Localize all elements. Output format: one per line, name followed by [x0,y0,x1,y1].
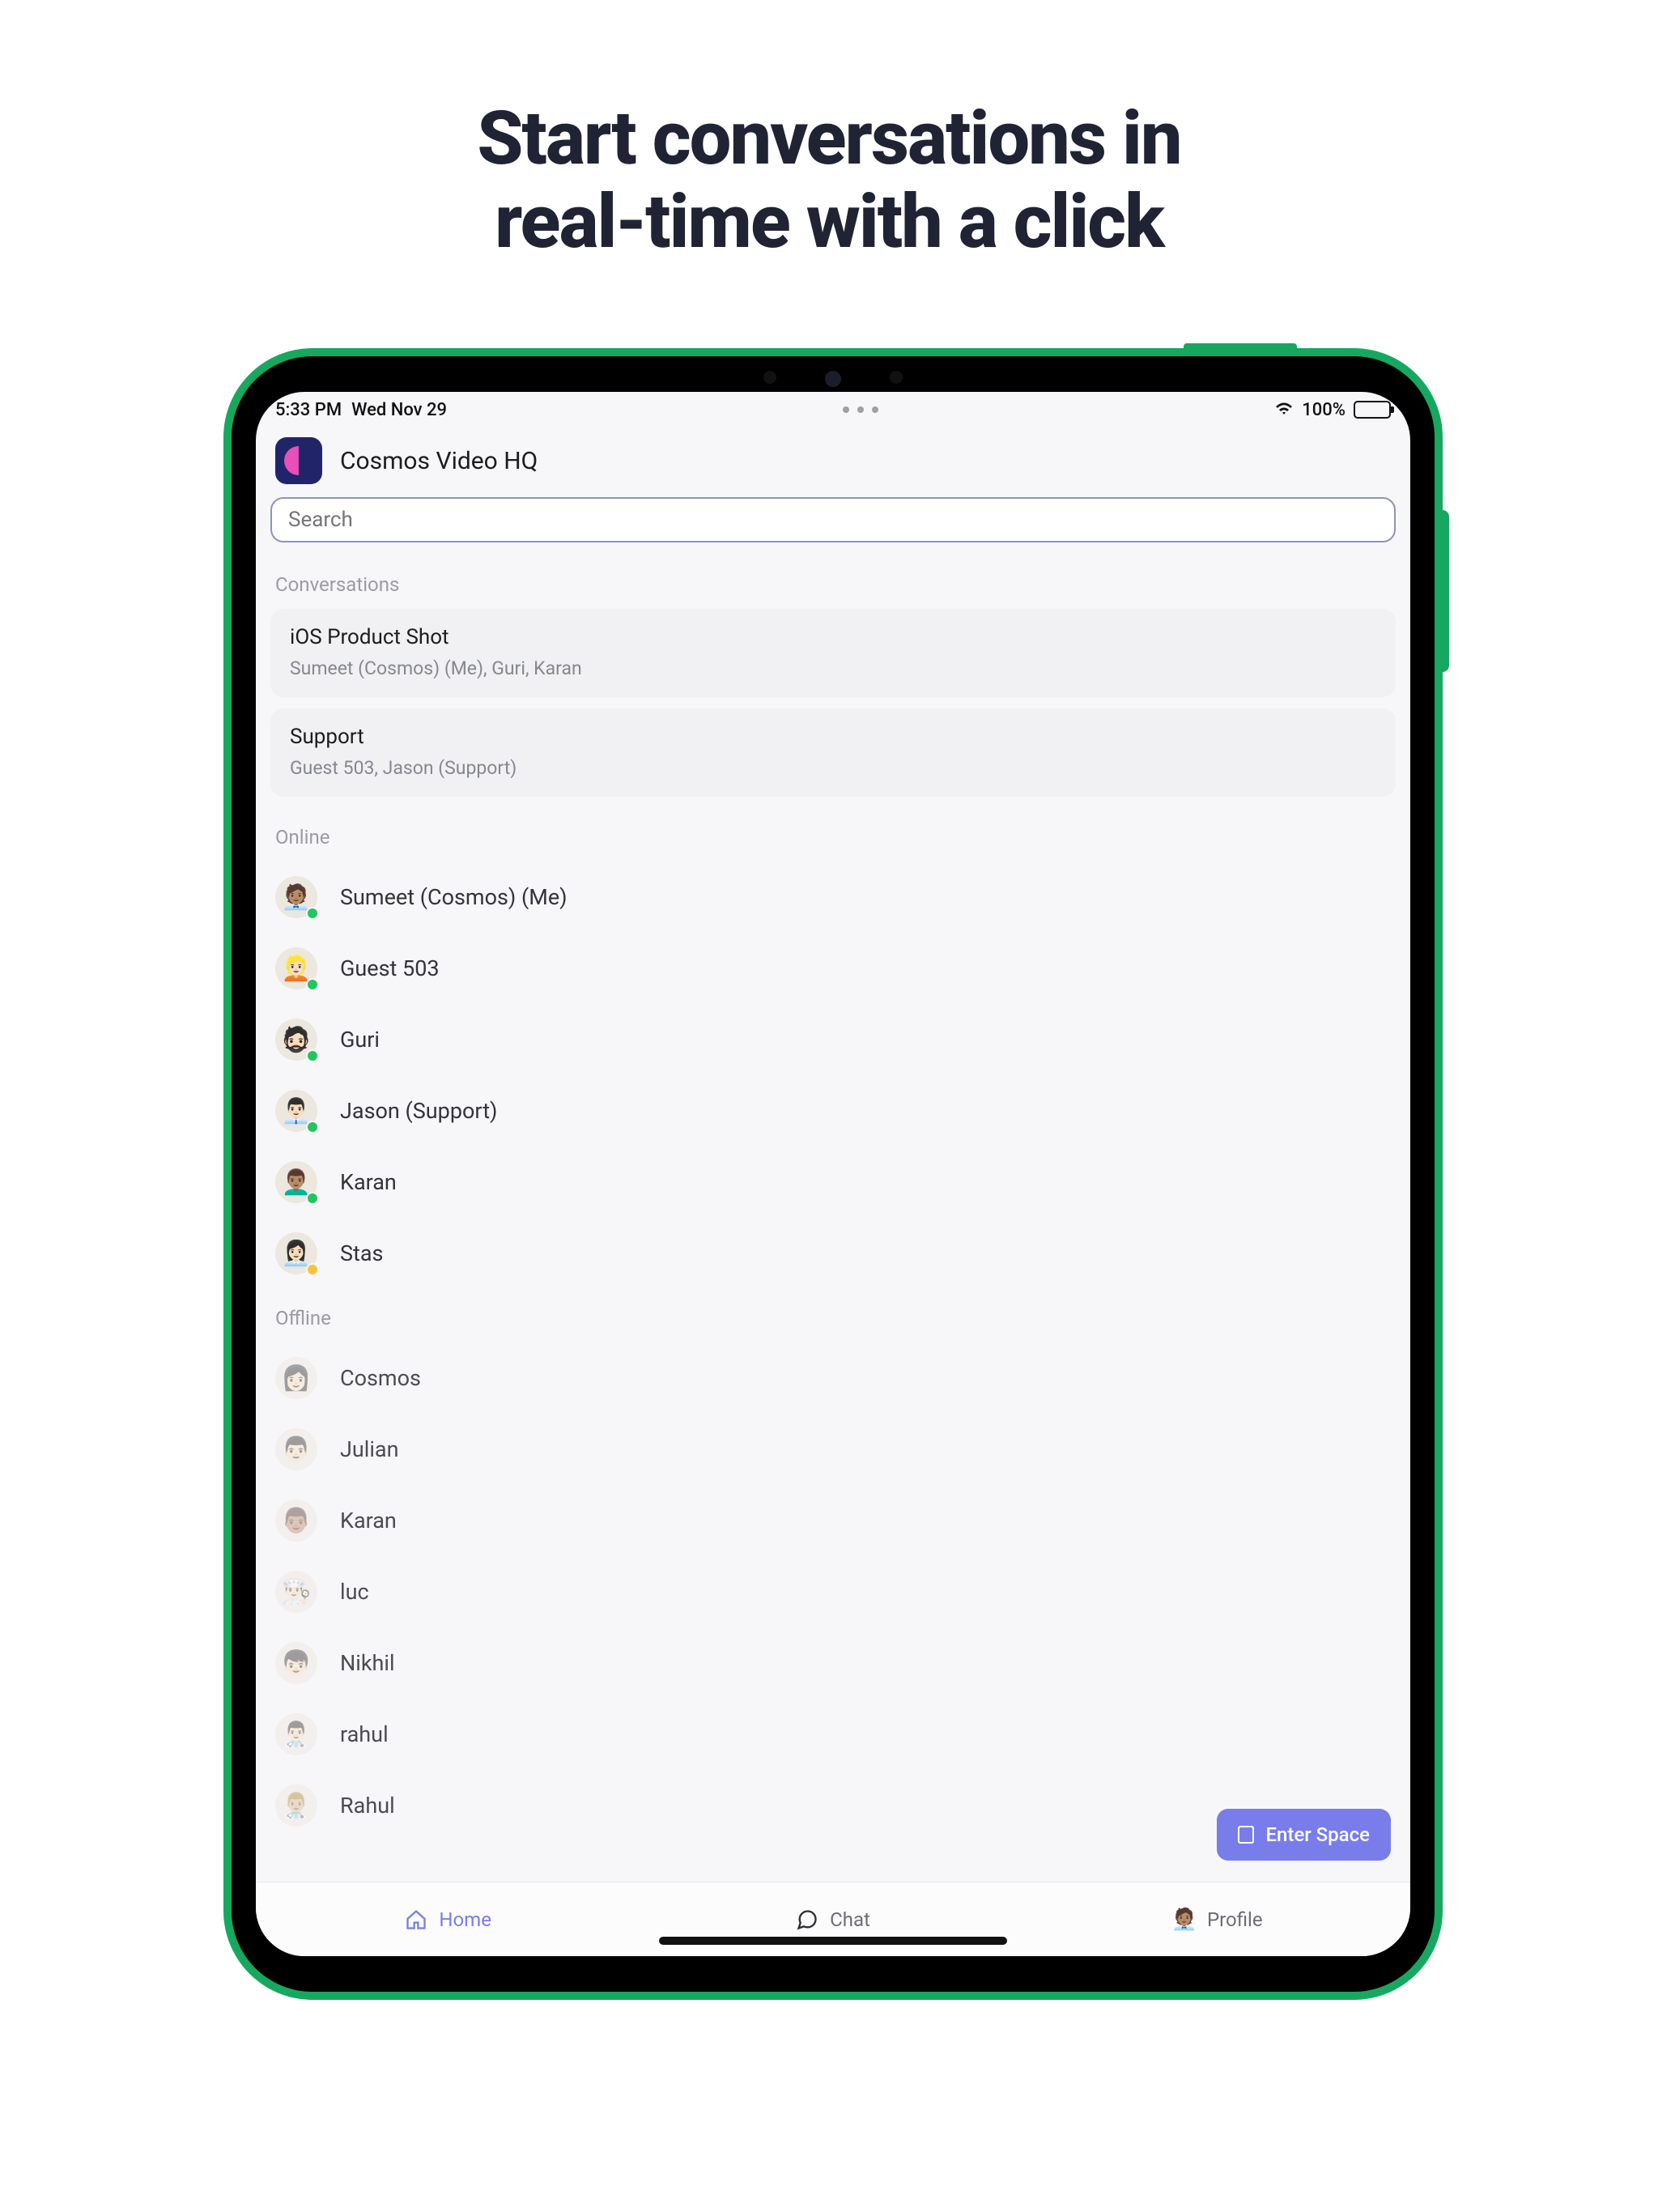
device-camera-area [763,371,903,387]
status-dot-icon [306,1049,319,1062]
battery-percent: 100% [1302,400,1346,420]
conversation-item[interactable]: Support Guest 503, Jason (Support) [270,708,1396,797]
user-name: rahul [340,1721,389,1747]
user-name: Julian [340,1436,399,1462]
wifi-icon [1274,400,1294,420]
user-row[interactable]: 👩🏻 Cosmos [256,1342,1410,1414]
avatar: 👱🏻 [275,947,317,989]
device-top-button [1184,343,1297,348]
tab-home-label: Home [439,1908,491,1931]
user-name: Guri [340,1027,380,1053]
avatar: 👨🏻‍⚕️ [275,1713,317,1755]
marketing-banner: Start conversations in real-time with a … [0,0,1658,264]
section-header-offline: Offline [256,1289,1410,1342]
user-name: luc [340,1579,369,1605]
tab-profile[interactable]: 🧑🏽‍💼 Profile [1026,1882,1410,1956]
avatar: 👨🏼‍⚕️ [275,1784,317,1827]
search-input[interactable] [270,497,1396,542]
user-row[interactable]: 👨🏽‍🦱 Karan [256,1146,1410,1218]
headline-line2: real-time with a click [495,179,1163,266]
avatar: 👩🏻 [275,1357,317,1399]
user-row[interactable]: 👦🏻 Nikhil [256,1627,1410,1699]
avatar: 👦🏻 [275,1642,317,1684]
status-dot-icon [306,907,319,920]
user-name: Guest 503 [340,955,440,981]
marketing-headline: Start conversations in real-time with a … [0,97,1658,264]
home-indicator[interactable] [659,1937,1007,1945]
profile-avatar-icon: 🧑🏽‍💼 [1173,1908,1196,1931]
tab-bar: Home Chat 🧑🏽‍💼 Profile [256,1882,1410,1956]
status-date: Wed Nov 29 [351,400,447,420]
battery-icon [1354,401,1391,419]
tab-profile-label: Profile [1207,1908,1263,1931]
search-container [256,497,1410,555]
section-header-conversations: Conversations [256,555,1410,609]
status-bar: 5:33 PM Wed Nov 29 100% [256,392,1410,428]
avatar: 🧑🏽‍💼 [275,876,317,918]
app-header: Cosmos Video HQ [256,428,1410,497]
user-name: Cosmos [340,1365,421,1391]
avatar: 👩🏻‍💼 [275,1232,317,1274]
headline-line1: Start conversations in [477,96,1180,182]
conversation-item[interactable]: iOS Product Shot Sumeet (Cosmos) (Me), G… [270,609,1396,697]
user-row[interactable]: 👨🏻‍💼 Jason (Support) [256,1075,1410,1146]
user-name: Rahul [340,1793,395,1819]
enter-space-button[interactable]: Enter Space [1217,1809,1391,1861]
status-time: 5:33 PM [275,400,342,420]
enter-space-label: Enter Space [1265,1823,1370,1846]
avatar: 🧔🏻 [275,1019,317,1061]
user-row[interactable]: 👨🏻‍🍳 luc [256,1556,1410,1627]
conversation-members: Sumeet (Cosmos) (Me), Guri, Karan [290,657,1376,679]
user-row[interactable]: 🧑🏽‍💼 Sumeet (Cosmos) (Me) [256,861,1410,933]
conversation-title: iOS Product Shot [290,625,1376,649]
user-row[interactable]: 👨🏻 Julian [256,1414,1410,1485]
avatar: 👨🏻‍💼 [275,1090,317,1132]
conversation-title: Support [290,725,1376,749]
status-dot-icon [306,1121,319,1134]
user-name: Jason (Support) [340,1098,497,1124]
device-frame: 5:33 PM Wed Nov 29 100% [223,348,1443,2000]
user-name: Karan [340,1508,397,1534]
user-name: Sumeet (Cosmos) (Me) [340,884,568,910]
avatar: 👨🏻 [275,1428,317,1470]
user-row[interactable]: 👨🏽 Karan [256,1485,1410,1556]
tab-home[interactable]: Home [256,1882,640,1956]
app-title: Cosmos Video HQ [340,447,538,475]
avatar: 👨🏽 [275,1499,317,1542]
multitask-dots[interactable] [843,406,878,413]
app-screen: 5:33 PM Wed Nov 29 100% [256,392,1410,1956]
tab-chat[interactable]: Chat [640,1882,1025,1956]
device-bezel: 5:33 PM Wed Nov 29 100% [232,356,1435,1992]
user-row[interactable]: 👱🏻 Guest 503 [256,933,1410,1004]
user-name: Stas [340,1240,384,1266]
status-dot-icon [306,1192,319,1205]
avatar: 👨🏽‍🦱 [275,1161,317,1203]
status-dot-icon [306,1263,319,1276]
home-icon [405,1908,427,1931]
door-icon [1238,1826,1254,1844]
device-side-button [1443,510,1449,672]
chat-icon [796,1908,818,1931]
user-name: Nikhil [340,1650,395,1676]
section-header-online: Online [256,808,1410,861]
avatar: 👨🏻‍🍳 [275,1571,317,1613]
user-row[interactable]: 👩🏻‍💼 Stas [256,1218,1410,1289]
user-name: Karan [340,1169,397,1195]
tab-chat-label: Chat [830,1908,870,1931]
user-row[interactable]: 👨🏻‍⚕️ rahul [256,1699,1410,1770]
app-logo-icon [275,437,322,484]
user-row[interactable]: 🧔🏻 Guri [256,1004,1410,1075]
status-dot-icon [306,978,319,991]
conversation-members: Guest 503, Jason (Support) [290,757,1376,779]
